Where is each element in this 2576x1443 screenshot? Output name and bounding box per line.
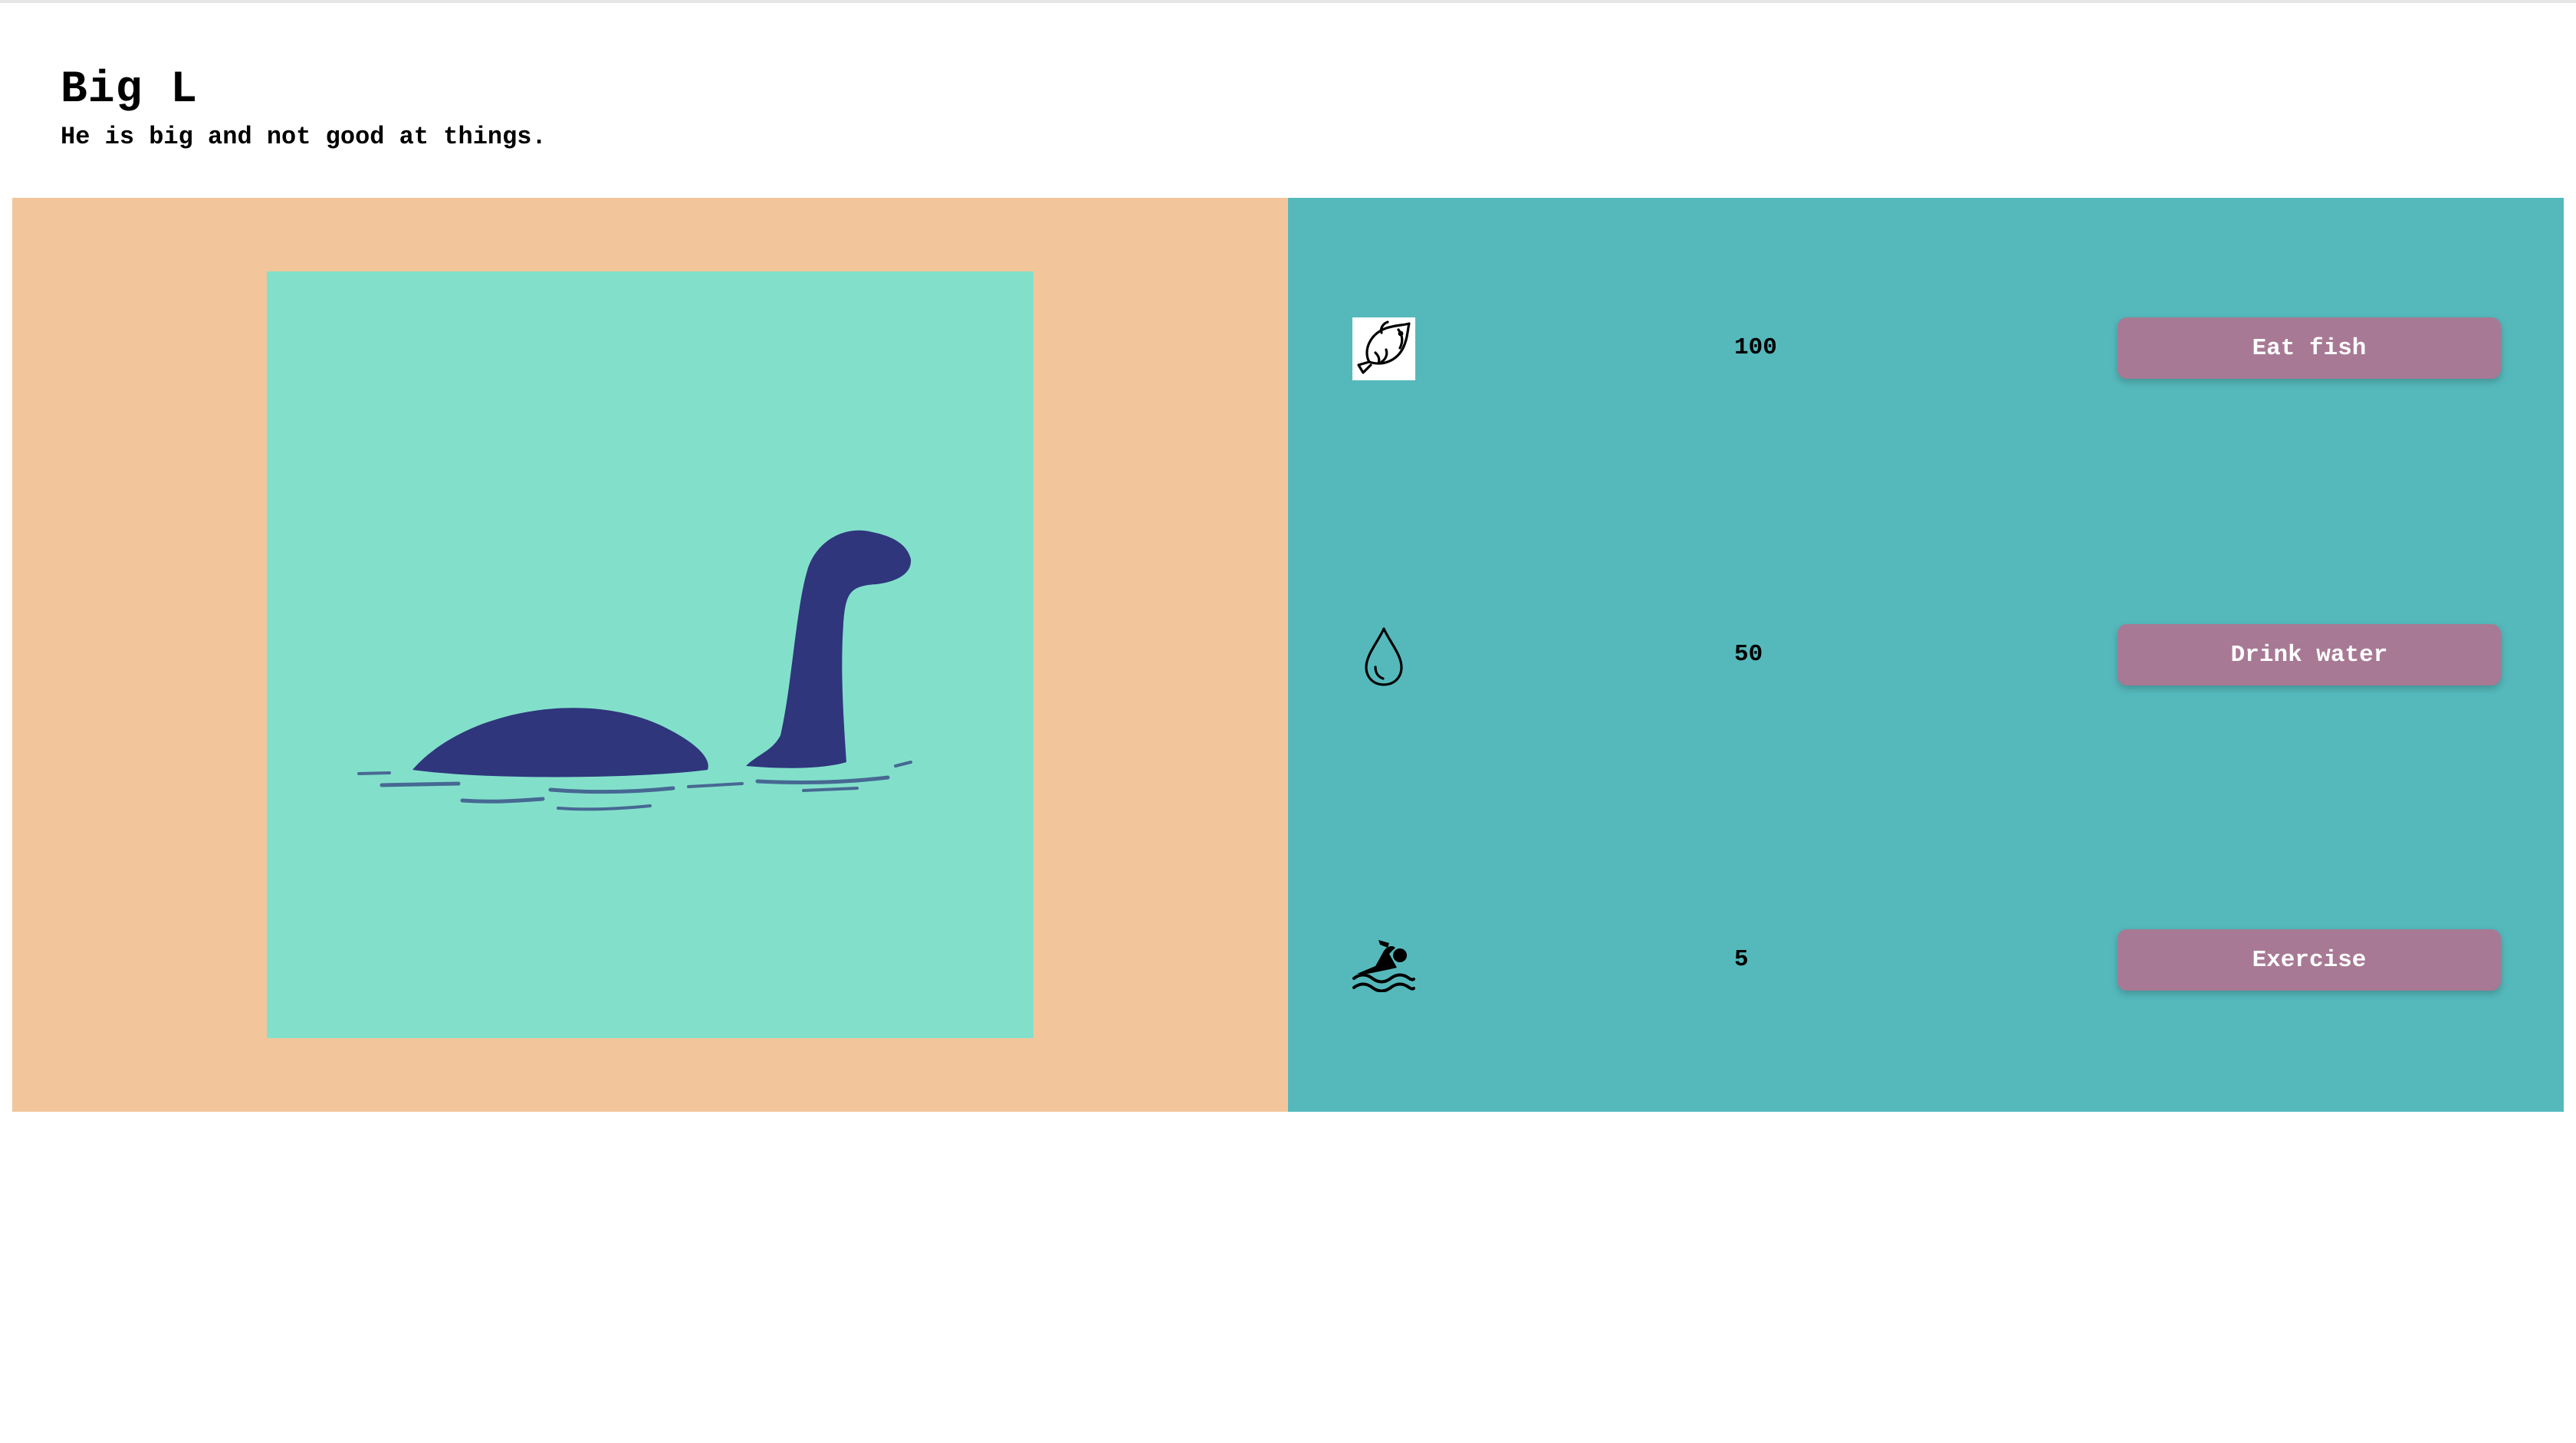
stat-row-food: 100 Eat fish [1288,317,2564,382]
stat-row-water: 50 Drink water [1288,624,2564,689]
page-header: Big L He is big and not good at things. [61,58,547,152]
loch-ness-monster-icon [267,271,1033,1038]
drink-water-button[interactable]: Drink water [2118,624,2501,685]
water-drop-icon [1352,624,1415,687]
swimmer-icon [1352,929,1415,992]
exercise-button[interactable]: Exercise [2118,929,2501,991]
exercise-value: 5 [1734,946,1749,973]
pet-image [267,271,1033,1038]
eat-fish-button[interactable]: Eat fish [2118,317,2501,379]
water-value: 50 [1734,641,1763,668]
food-value: 100 [1734,334,1777,361]
stats-panel: 100 Eat fish 50 Drink water 5 Exercise [1288,198,2564,1112]
page-title: Big L [61,65,199,115]
top-border [0,0,2576,3]
pet-panel [12,198,1288,1112]
fish-icon [1352,317,1415,380]
stat-row-exercise: 5 Exercise [1288,929,2564,994]
page-subtitle: He is big and not good at things. [61,123,547,151]
